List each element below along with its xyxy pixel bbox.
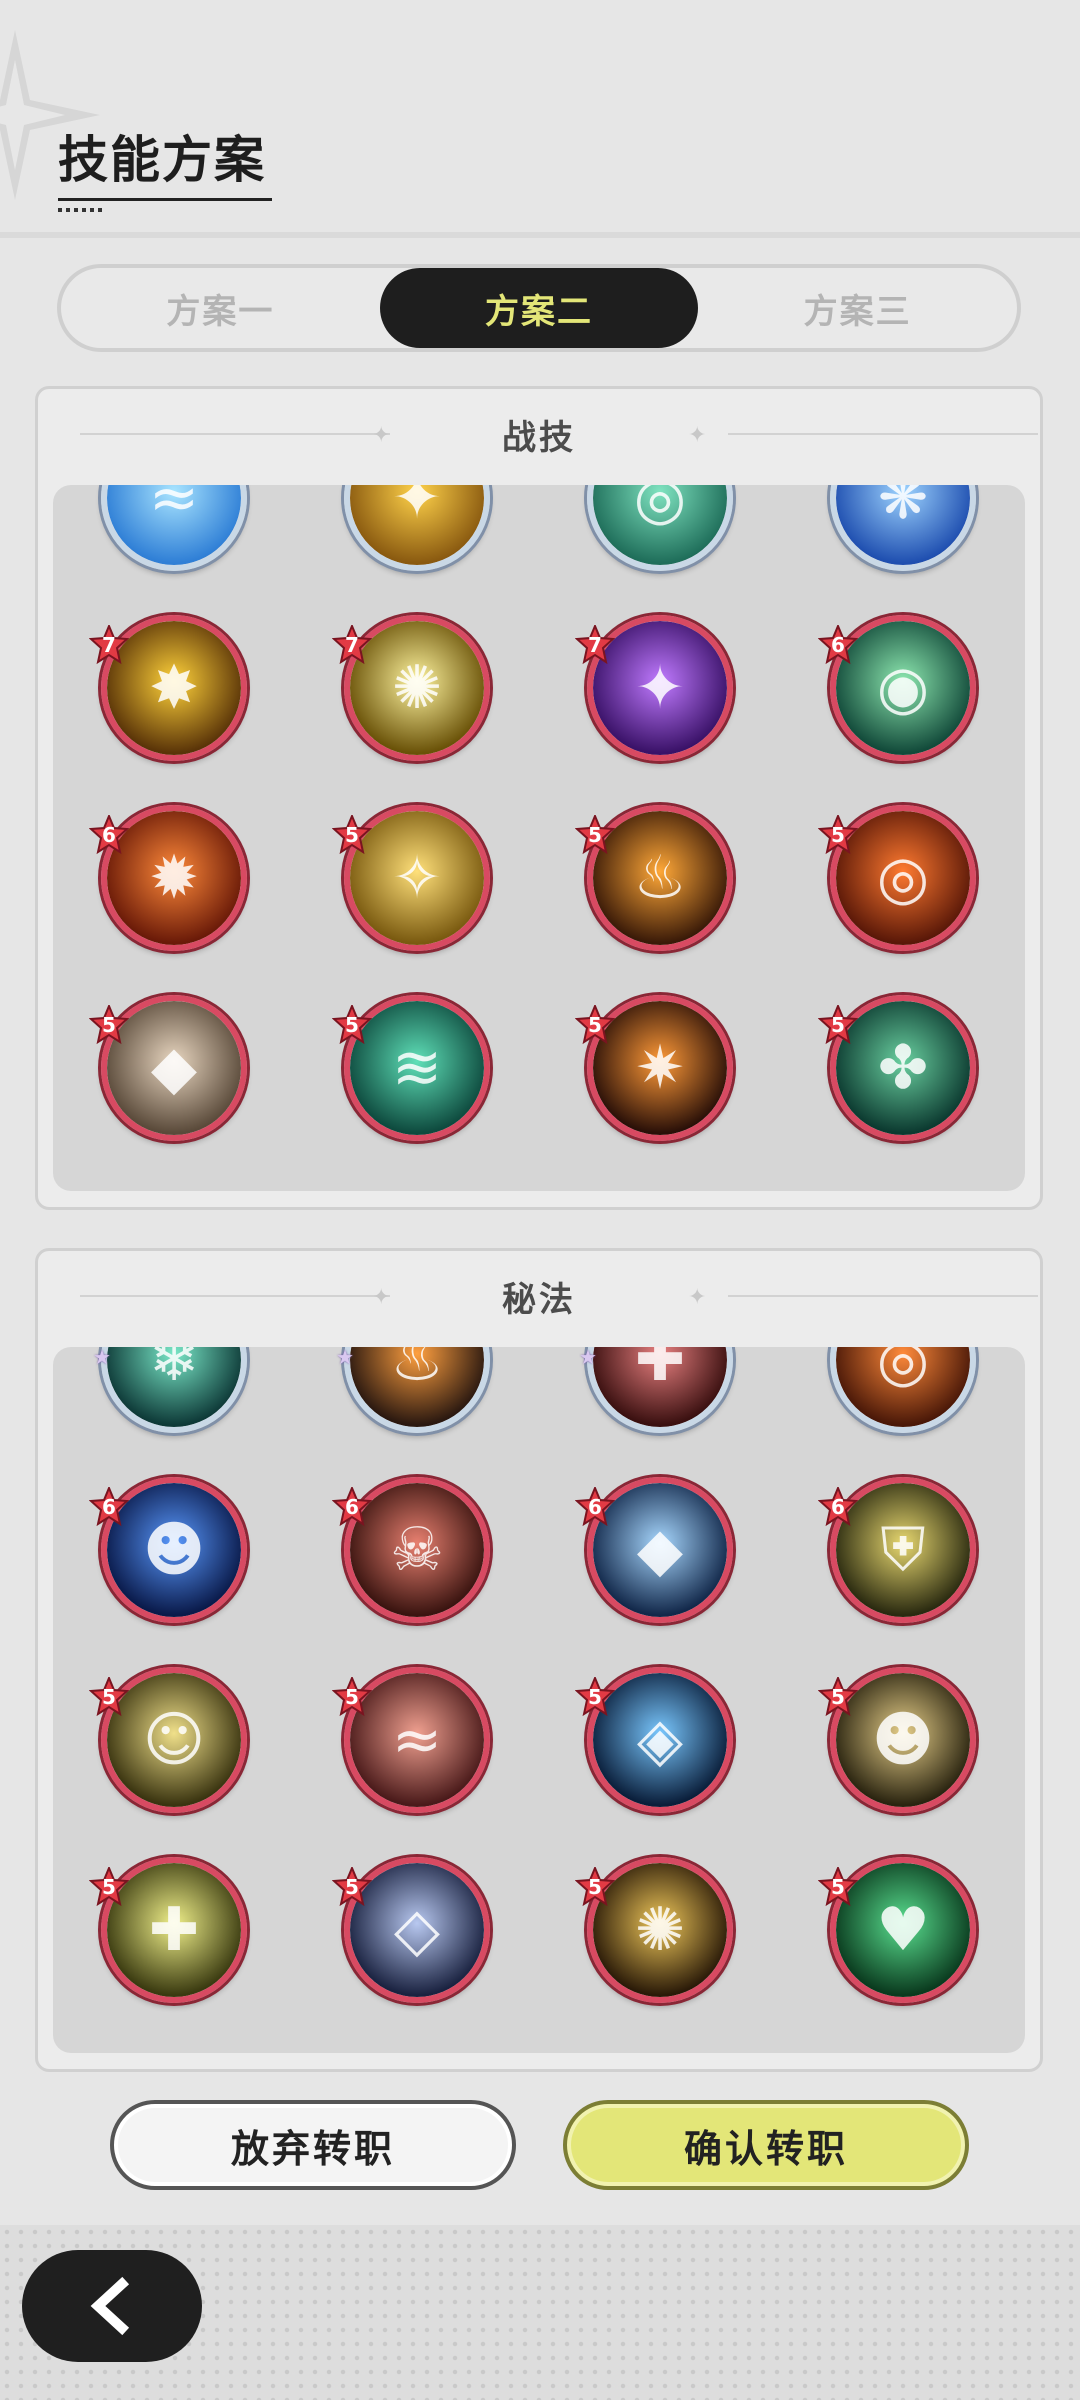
skill-slot[interactable]: ♥ 5 <box>782 1857 1025 2003</box>
combat-skills-grid-area[interactable]: ≈ ✦ ◎ ❋ ✸ 7 ✺ 7 ✦ 7 ◉ 6 ✹ 6 ✧ 5 ♨ 5 ◎ 5 ◆ 5 ≋ 5 ✷ 5 ✤ 5 <box>53 485 1025 1191</box>
skill-slot[interactable]: ⛨ 6 <box>782 1477 1025 1623</box>
flame-cat-icon: ♨ <box>344 1347 490 1433</box>
skill-slot[interactable]: ✦ <box>296 485 539 571</box>
skill-slot[interactable]: ◎ <box>782 1347 1025 1433</box>
rank-badge: 5 <box>575 1867 615 1907</box>
star-icon: ★ <box>336 1347 354 1369</box>
page-header: 技能方案 <box>58 120 272 212</box>
skill-slot[interactable]: ♨★★★★ <box>296 1347 539 1433</box>
secret-arts-panel: ✦ 秘法 ✦ ❄★★★★♨★★★★✚★★★★◎☻6☠6◆6⛨6☺5≈5◈5☻5✚… <box>35 1248 1043 2072</box>
rank-badge: 7 <box>575 625 615 665</box>
rank-badge: 5 <box>332 1005 372 1045</box>
combat-panel-header: ✦ 战技 ✦ <box>38 389 1040 479</box>
diamond-icon: ✦ <box>688 1285 707 1310</box>
star-rating: ★★★★ <box>93 1347 111 1369</box>
plan-tabs: 方案一 方案二 方案三 <box>57 264 1021 352</box>
combat-skills-panel: ✦ 战技 ✦ ≈ ✦ ◎ ❋ ✸ 7 ✺ 7 ✦ 7 ◉ 6 ✹ 6 ✧ 5 ♨ 5 ◎ 5 ◆ 5 ≋ 5 ✷ 5 ✤ 5 <box>35 386 1043 1210</box>
rank-badge: 6 <box>89 1487 129 1527</box>
rank-badge: 7 <box>332 625 372 665</box>
rank-badge: 7 <box>89 625 129 665</box>
skill-slot[interactable]: ◆ 5 <box>53 995 296 1141</box>
confirm-class-change-button[interactable]: 确认转职 <box>563 2100 969 2190</box>
skill-slot[interactable]: ≈ <box>53 485 296 571</box>
tab-plan-2[interactable]: 方案二 <box>379 268 699 348</box>
rank-badge: 5 <box>575 1005 615 1045</box>
star-icon: ★ <box>579 1347 597 1369</box>
rank-badge: 6 <box>575 1487 615 1527</box>
tab-plan-1[interactable]: 方案一 <box>61 268 380 348</box>
rank-badge: 6 <box>332 1487 372 1527</box>
abandon-class-change-button[interactable]: 放弃转职 <box>110 2100 516 2190</box>
skill-slot[interactable]: ❋ <box>782 485 1025 571</box>
header-divider <box>0 232 1080 238</box>
skill-slot[interactable]: ♨ 5 <box>539 805 782 951</box>
rank-badge: 6 <box>89 815 129 855</box>
rank-badge: 5 <box>575 1677 615 1717</box>
skill-slot[interactable]: ✦ 7 <box>539 615 782 761</box>
secret-section-title: 秘法 <box>502 1279 576 1320</box>
rank-badge: 5 <box>575 815 615 855</box>
ice-crystal-icon: ❄ <box>101 1347 247 1433</box>
combat-section-title: 战技 <box>502 417 576 458</box>
skill-slot[interactable]: ✧ 5 <box>296 805 539 951</box>
rank-badge: 5 <box>332 815 372 855</box>
title-underline <box>58 198 272 212</box>
tab-plan-3[interactable]: 方案三 <box>698 268 1017 348</box>
skill-slot[interactable]: ≋ 5 <box>296 995 539 1141</box>
rank-badge: 5 <box>89 1005 129 1045</box>
diamond-icon: ✦ <box>372 423 391 448</box>
skill-slot[interactable]: ☠ 6 <box>296 1477 539 1623</box>
combat-skills-grid: ≈ ✦ ◎ ❋ ✸ 7 ✺ 7 ✦ 7 ◉ 6 ✹ 6 ✧ 5 ♨ 5 ◎ 5 ◆ 5 ≋ 5 ✷ 5 ✤ 5 <box>53 485 1025 1141</box>
skill-slot[interactable]: ✹ 6 <box>53 805 296 951</box>
skill-slot[interactable]: ✤ 5 <box>782 995 1025 1141</box>
skill-slot[interactable]: ◎ <box>539 485 782 571</box>
rank-badge: 6 <box>818 1487 858 1527</box>
skill-slot[interactable]: ☻ 5 <box>782 1667 1025 1813</box>
skill-slot[interactable]: ◆ 6 <box>539 1477 782 1623</box>
skill-slot[interactable]: ✚★★★★ <box>539 1347 782 1433</box>
skill-slot[interactable]: ✸ 7 <box>53 615 296 761</box>
rank-badge: 5 <box>818 815 858 855</box>
page-title: 技能方案 <box>58 131 266 189</box>
star-icon: ★ <box>93 1347 111 1369</box>
rank-badge: 5 <box>818 1867 858 1907</box>
skill-slot[interactable]: ❄★★★★ <box>53 1347 296 1433</box>
blue-burst-icon: ❋ <box>830 485 976 571</box>
secret-arts-grid: ❄★★★★♨★★★★✚★★★★◎☻6☠6◆6⛨6☺5≈5◈5☻5✚5◇5✺5♥5 <box>53 1347 1025 2003</box>
skill-slot[interactable]: ✺ 7 <box>296 615 539 761</box>
skill-slot[interactable]: ☻ 6 <box>53 1477 296 1623</box>
chevron-left-icon <box>90 2276 130 2336</box>
golden-crack-icon: ✦ <box>344 485 490 571</box>
skill-slot[interactable]: ◎ 5 <box>782 805 1025 951</box>
rank-badge: 5 <box>332 1867 372 1907</box>
secret-arts-grid-area[interactable]: ❄★★★★♨★★★★✚★★★★◎☻6☠6◆6⛨6☺5≈5◈5☻5✚5◇5✺5♥5 <box>53 1347 1025 2053</box>
skill-slot[interactable]: ☺ 5 <box>53 1667 296 1813</box>
skill-slot[interactable]: ◈ 5 <box>539 1667 782 1813</box>
skill-slot[interactable]: ◇ 5 <box>296 1857 539 2003</box>
star-rating: ★★★★ <box>579 1347 597 1369</box>
skill-slot[interactable]: ✚ 5 <box>53 1857 296 2003</box>
secret-panel-header: ✦ 秘法 ✦ <box>38 1251 1040 1341</box>
rank-badge: 5 <box>89 1867 129 1907</box>
rank-badge: 5 <box>89 1677 129 1717</box>
skill-slot[interactable]: ≈5 <box>296 1667 539 1813</box>
rank-badge: 5 <box>332 1677 372 1717</box>
back-button[interactable] <box>22 2250 202 2362</box>
skill-slot[interactable]: ✷ 5 <box>539 995 782 1141</box>
diamond-icon: ✦ <box>688 423 707 448</box>
ember-ring-icon: ◎ <box>830 1347 976 1433</box>
rank-badge: 5 <box>818 1005 858 1045</box>
green-swirl-icon: ◎ <box>587 485 733 571</box>
rank-badge: 6 <box>818 625 858 665</box>
rank-badge: 5 <box>818 1677 858 1717</box>
star-rating: ★★★★ <box>336 1347 354 1369</box>
skill-slot[interactable]: ✺ 5 <box>539 1857 782 2003</box>
skill-slot[interactable]: ◉ 6 <box>782 615 1025 761</box>
blood-pulse-icon: ✚ <box>587 1347 733 1433</box>
diamond-icon: ✦ <box>372 1285 391 1310</box>
water-wave-icon: ≈ <box>101 485 247 571</box>
